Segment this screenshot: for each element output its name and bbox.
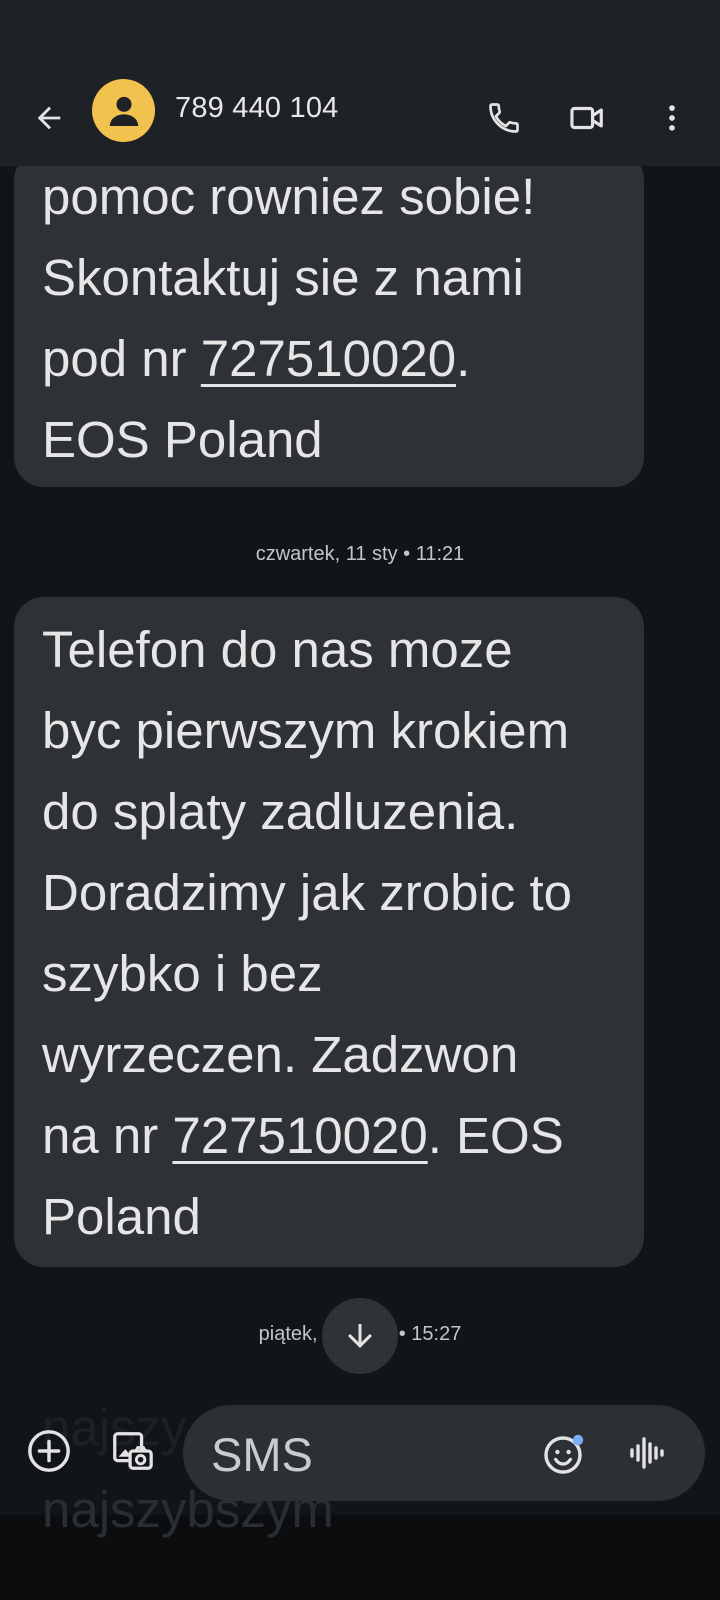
message-text: Doradzimy jak zrobic to xyxy=(42,864,572,921)
gallery-button[interactable] xyxy=(104,1423,160,1479)
call-button[interactable] xyxy=(480,94,528,142)
message-text: szybko i bez xyxy=(42,945,323,1002)
compose-bar: SMS xyxy=(0,1395,720,1505)
arrow-down-icon xyxy=(348,1324,372,1348)
person-icon xyxy=(109,96,138,126)
message-line: szybko i bez xyxy=(42,933,620,1014)
message-text: wyrzeczen. Zadzwon xyxy=(42,1026,519,1083)
message-text: Poland xyxy=(42,1188,201,1245)
contact-name[interactable]: 789 440 104 xyxy=(175,92,338,125)
message-bubble[interactable]: pomoc rowniez sobie! Skontaktuj sie z nam… xyxy=(14,150,644,487)
message-text: Telefon do nas moze xyxy=(42,621,513,678)
gallery-icon xyxy=(113,1432,153,1470)
more-vert-icon xyxy=(669,105,675,131)
arrow-back-icon xyxy=(37,106,61,130)
voice-waveform-icon xyxy=(630,1437,664,1469)
message-text: EOS Poland xyxy=(42,411,323,468)
message-line: pomoc rowniez sobie! xyxy=(42,156,620,237)
phone-icon xyxy=(489,103,519,133)
message-text: pomoc rowniez sobie! xyxy=(42,168,536,225)
message-line: Telefon do nas moze xyxy=(42,609,620,690)
message-text: . EOS xyxy=(427,1107,564,1164)
message-text: do splaty zadluzenia. xyxy=(42,783,519,840)
message-text: Skontaktuj sie z nami xyxy=(42,249,524,306)
add-circle-icon xyxy=(28,1430,70,1472)
message-text: byc pierwszym krokiem xyxy=(42,702,570,759)
message-bubble[interactable]: Telefon do nas moze byc pierwszym krokiem… xyxy=(14,597,644,1267)
message-line: pod nr 727510020. xyxy=(42,318,620,399)
message-line: wyrzeczen. Zadzwon xyxy=(42,1014,620,1095)
more-options-button[interactable] xyxy=(648,94,696,142)
message-input[interactable]: SMS xyxy=(183,1405,705,1501)
message-input-placeholder: SMS xyxy=(211,1428,313,1481)
emoji-button[interactable] xyxy=(541,1429,589,1477)
app-bar: 789 440 104 xyxy=(0,70,720,166)
timestamp-day: piątek, xyxy=(258,1323,318,1345)
back-button[interactable] xyxy=(25,94,73,142)
message-line: byc pierwszym krokiem xyxy=(42,690,620,771)
message-line: Skontaktuj sie z nami xyxy=(42,237,620,318)
message-timestamp: czwartek, 11 sty • 11:21 xyxy=(255,543,465,565)
phone-number-link[interactable]: 727510020 xyxy=(172,1107,427,1164)
message-line: Poland xyxy=(42,1176,620,1257)
message-text: . xyxy=(456,330,471,387)
message-line: do splaty zadluzenia. xyxy=(42,771,620,852)
timestamp-time: • 15:27 xyxy=(398,1323,462,1345)
emoji-icon xyxy=(544,1434,584,1474)
voice-input-button[interactable] xyxy=(624,1429,672,1477)
message-line: Doradzimy jak zrobic to xyxy=(42,852,620,933)
video-call-button[interactable] xyxy=(563,94,611,142)
message-text: pod nr xyxy=(42,330,201,387)
scroll-to-bottom-button[interactable] xyxy=(322,1298,398,1374)
video-call-icon xyxy=(570,106,603,130)
message-line: na nr 727510020. EOS xyxy=(42,1095,620,1176)
phone-number-link[interactable]: 727510020 xyxy=(201,330,456,387)
message-line: EOS Poland xyxy=(42,399,620,480)
contact-avatar[interactable] xyxy=(92,79,155,142)
message-text: na nr xyxy=(42,1107,173,1164)
add-attachment-button[interactable] xyxy=(21,1423,77,1479)
